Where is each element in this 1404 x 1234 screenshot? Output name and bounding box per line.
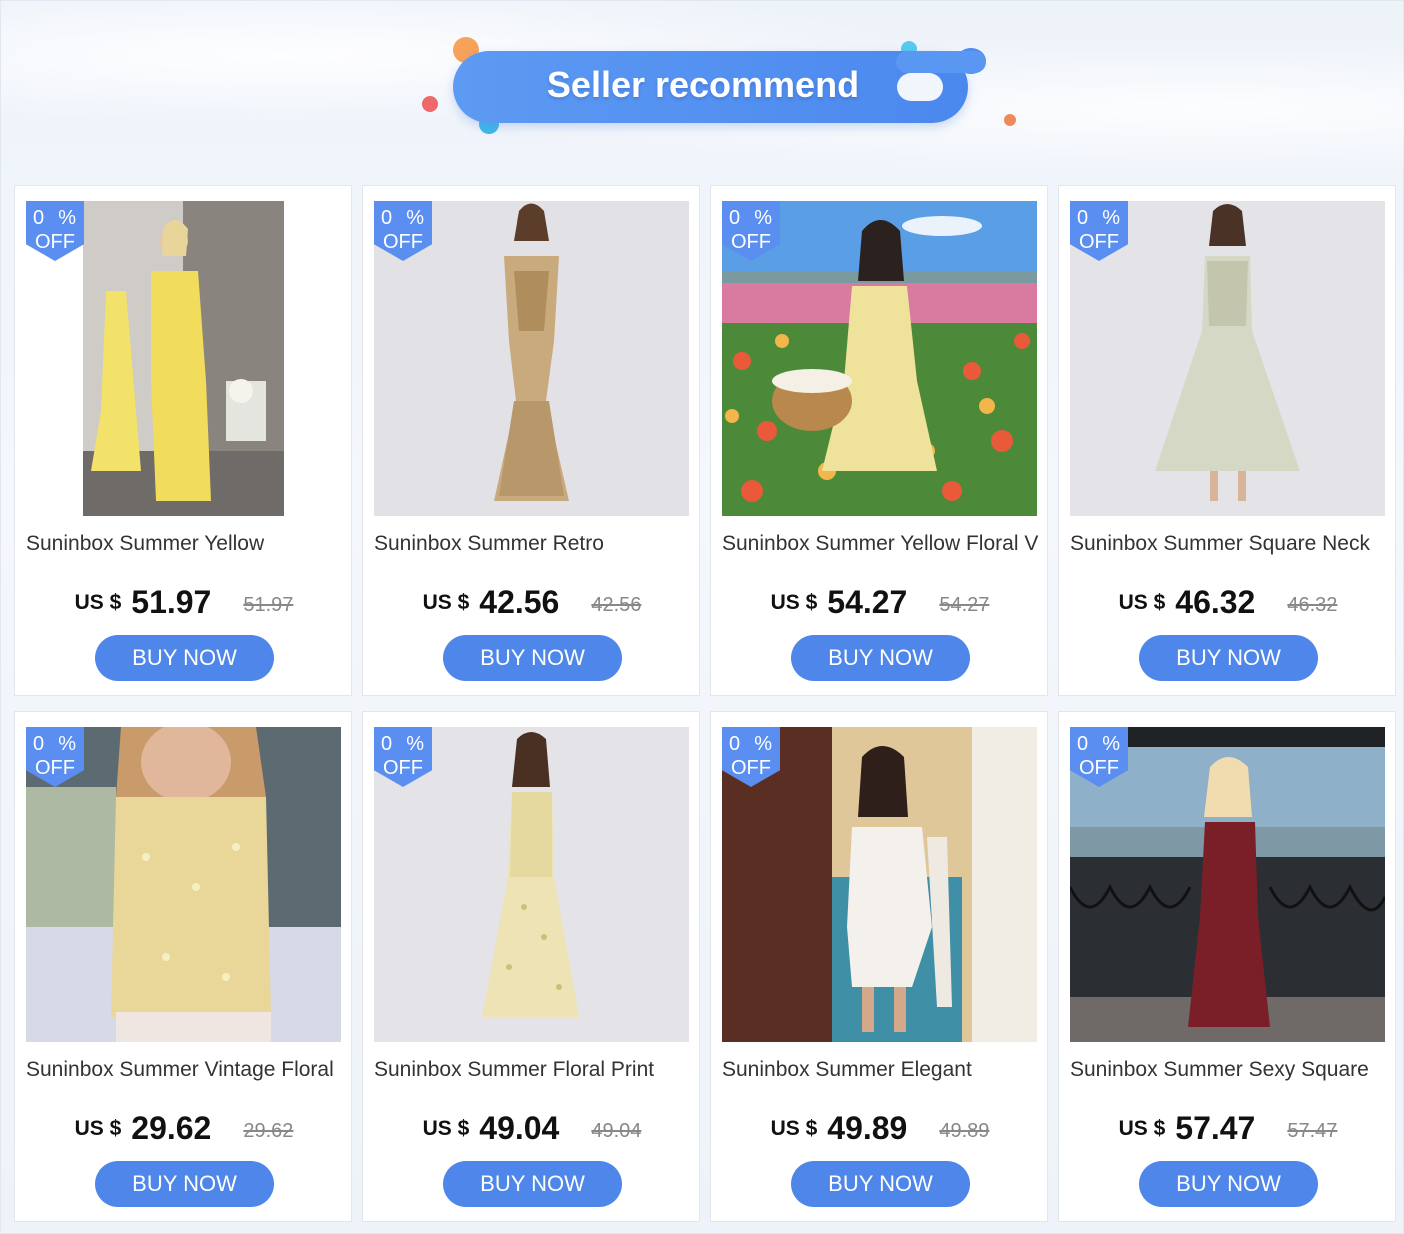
price-row: US $ 49.89 49.89: [711, 1110, 1049, 1150]
badge-off-label: OFF: [383, 757, 423, 779]
discount-badge: 0 % OFF: [374, 201, 432, 261]
product-title[interactable]: Suninbox Summer Square Neck: [1070, 532, 1388, 556]
original-price: 49.89: [939, 1120, 990, 1142]
product-card[interactable]: 0 % OFF Suninbox Summer Floral Print US …: [362, 711, 700, 1222]
product-card[interactable]: 0 % OFF Suninbox Summer Elegant US $ 49.8…: [710, 711, 1048, 1222]
original-price: 49.04: [591, 1120, 642, 1142]
badge-percent-sign: %: [754, 207, 774, 229]
original-price: 46.32: [1287, 594, 1338, 616]
discount-badge: 0 % OFF: [26, 727, 84, 787]
buy-now-button[interactable]: BUY NOW: [791, 635, 970, 681]
page-title: Seller recommend: [546, 64, 860, 105]
discount-badge: 0 % OFF: [26, 201, 84, 261]
discount-badge: 0 % OFF: [722, 201, 780, 261]
currency-label: US $: [422, 590, 470, 614]
badge-off-label: OFF: [731, 231, 771, 253]
buy-now-button[interactable]: BUY NOW: [95, 1161, 274, 1207]
badge-percent: 0: [728, 207, 742, 229]
buy-now-button[interactable]: BUY NOW: [1139, 635, 1318, 681]
product-title[interactable]: Suninbox Summer Elegant: [722, 1058, 1040, 1082]
badge-percent: 0: [728, 733, 742, 755]
currency-label: US $: [422, 1116, 470, 1140]
original-price: 54.27: [939, 594, 990, 616]
badge-percent: 0: [380, 733, 394, 755]
header-banner: Seller recommend: [1, 1, 1404, 181]
product-title[interactable]: Suninbox Summer Retro: [374, 532, 692, 556]
badge-percent-sign: %: [1102, 207, 1122, 229]
sale-price: 49.04: [479, 1110, 560, 1146]
currency-label: US $: [770, 590, 818, 614]
product-title[interactable]: Suninbox Summer Yellow Floral V: [722, 532, 1040, 556]
badge-off-label: OFF: [1079, 231, 1119, 253]
badge-percent-sign: %: [58, 207, 78, 229]
buy-now-button[interactable]: BUY NOW: [443, 1161, 622, 1207]
product-card[interactable]: 0 % OFF Suninbox Summer Square Neck US $…: [1058, 185, 1396, 696]
currency-label: US $: [74, 590, 122, 614]
price-row: US $ 54.27 54.27: [711, 584, 1049, 624]
discount-badge: 0 % OFF: [374, 727, 432, 787]
badge-off-label: OFF: [1079, 757, 1119, 779]
discount-badge: 0 % OFF: [1070, 727, 1128, 787]
badge-off-label: OFF: [731, 757, 771, 779]
original-price: 57.47: [1287, 1120, 1338, 1142]
product-card[interactable]: 0 % OFF Suninbox Summer Vintage Floral U…: [14, 711, 352, 1222]
sale-price: 57.47: [1175, 1110, 1256, 1146]
badge-percent: 0: [1076, 733, 1090, 755]
price-row: US $ 46.32 46.32: [1059, 584, 1397, 624]
badge-percent: 0: [32, 207, 46, 229]
product-title[interactable]: Suninbox Summer Sexy Square: [1070, 1058, 1388, 1082]
buy-now-button[interactable]: BUY NOW: [1139, 1161, 1318, 1207]
price-row: US $ 42.56 42.56: [363, 584, 701, 624]
buy-now-button[interactable]: BUY NOW: [443, 635, 622, 681]
product-title[interactable]: Suninbox Summer Floral Print: [374, 1058, 692, 1082]
badge-off-label: OFF: [35, 231, 75, 253]
price-row: US $ 29.62 29.62: [15, 1110, 353, 1150]
currency-label: US $: [1118, 1116, 1166, 1140]
buy-now-button[interactable]: BUY NOW: [791, 1161, 970, 1207]
currency-label: US $: [770, 1116, 818, 1140]
badge-off-label: OFF: [383, 231, 423, 253]
recommend-page: Seller recommend 0 % OFF Suninbox Summer…: [0, 0, 1404, 1234]
badge-percent-sign: %: [406, 733, 426, 755]
buy-now-button[interactable]: BUY NOW: [95, 635, 274, 681]
badge-percent-sign: %: [1102, 733, 1122, 755]
price-row: US $ 49.04 49.04: [363, 1110, 701, 1150]
product-card[interactable]: 0 % OFF Suninbox Summer Sexy Square US $…: [1058, 711, 1396, 1222]
badge-percent: 0: [1076, 207, 1090, 229]
badge-percent-sign: %: [406, 207, 426, 229]
product-card[interactable]: 0 % OFF Suninbox Summer Retro US $ 42.56 4…: [362, 185, 700, 696]
badge-percent-sign: %: [58, 733, 78, 755]
badge-percent-sign: %: [754, 733, 774, 755]
sale-price: 51.97: [131, 584, 212, 620]
product-title[interactable]: Suninbox Summer Vintage Floral: [26, 1058, 344, 1082]
original-price: 42.56: [591, 594, 642, 616]
discount-badge: 0 % OFF: [722, 727, 780, 787]
discount-badge: 0 % OFF: [1070, 201, 1128, 261]
price-row: US $ 57.47 57.47: [1059, 1110, 1397, 1150]
price-row: US $ 51.97 51.97: [15, 584, 353, 624]
decor-dot: [422, 96, 438, 112]
product-card[interactable]: 0 % OFF Suninbox Summer Yellow Floral V …: [710, 185, 1048, 696]
product-card[interactable]: 0 % OFF Suninbox Summer Yellow US $ 51.97…: [14, 185, 352, 696]
sale-price: 46.32: [1175, 584, 1256, 620]
badge-percent: 0: [380, 207, 394, 229]
badge-percent: 0: [32, 733, 46, 755]
original-price: 29.62: [243, 1120, 294, 1142]
sale-price: 49.89: [827, 1110, 908, 1146]
original-price: 51.97: [243, 594, 294, 616]
badge-off-label: OFF: [35, 757, 75, 779]
currency-label: US $: [1118, 590, 1166, 614]
sale-price: 29.62: [131, 1110, 212, 1146]
sale-price: 42.56: [479, 584, 560, 620]
sale-price: 54.27: [827, 584, 908, 620]
product-title[interactable]: Suninbox Summer Yellow: [26, 532, 344, 556]
currency-label: US $: [74, 1116, 122, 1140]
decor-dot: [1004, 114, 1016, 126]
